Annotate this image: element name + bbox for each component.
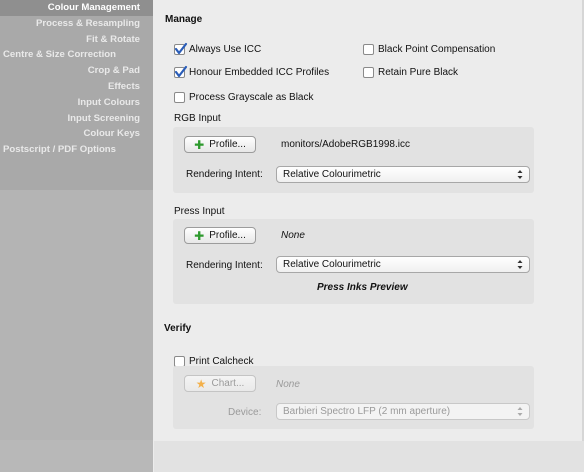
sidebar-item-centre-size-correction[interactable]: Centre & Size Correction (0, 47, 153, 63)
rgb-profile-button-label: Profile... (209, 139, 246, 150)
print-calcheck-label: Print Calcheck (189, 355, 254, 367)
rgb-profile-path: monitors/AdobeRGB1998.icc (281, 139, 410, 150)
rgb-input-title: RGB Input (174, 113, 221, 124)
sidebar-item-effects[interactable]: Effects (0, 79, 153, 95)
device-value: Barbieri Spectro LFP (2 mm aperture) (283, 406, 451, 417)
sidebar-item-colour-management[interactable]: Colour Management (0, 0, 153, 16)
checkbox-box[interactable] (363, 43, 374, 55)
sidebar-footer (0, 440, 153, 472)
press-input-title: Press Input (174, 206, 225, 217)
always-use-icc-checkbox[interactable]: Always Use ICC (174, 42, 261, 56)
rgb-rendering-intent-label: Rendering Intent: (186, 169, 263, 180)
chart-value: None (276, 379, 300, 390)
press-rendering-intent-select[interactable]: Relative Colourimetric (276, 256, 530, 273)
device-label: Device: (228, 407, 262, 418)
checkmark-icon (174, 65, 188, 77)
rgb-rendering-intent-value: Relative Colourimetric (283, 169, 381, 180)
manage-title: Manage (165, 14, 203, 25)
process-grayscale-black-checkbox[interactable]: Process Grayscale as Black (174, 90, 314, 104)
retain-pure-black-checkbox[interactable]: Retain Pure Black (363, 65, 458, 79)
checkbox-box[interactable] (174, 91, 185, 103)
sidebar-list: Colour Management Process & Resampling F… (0, 0, 153, 190)
sidebar-item-process-resampling[interactable]: Process & Resampling (0, 16, 153, 32)
device-select[interactable]: Barbieri Spectro LFP (2 mm aperture) (276, 403, 530, 420)
plus-icon: ✚ (194, 137, 205, 152)
chart-button[interactable]: ★ Chart... (184, 375, 256, 392)
black-point-compensation-checkbox[interactable]: Black Point Compensation (363, 42, 495, 56)
checkmark-icon (174, 42, 188, 54)
updown-arrows-icon (517, 260, 523, 269)
press-rendering-intent-label: Rendering Intent: (186, 260, 263, 271)
verify-title: Verify (164, 323, 192, 334)
checkbox-box[interactable] (174, 42, 188, 55)
main-panel: Manage Always Use ICC Black Point Compen… (154, 0, 584, 472)
press-profile-button[interactable]: ✚ Profile... (184, 227, 256, 244)
black-point-compensation-label: Black Point Compensation (378, 43, 496, 55)
sidebar: Colour Management Process & Resampling F… (0, 0, 153, 472)
sidebar-item-input-colours[interactable]: Input Colours (0, 95, 153, 111)
sidebar-item-fit-rotate[interactable]: Fit & Rotate (0, 32, 153, 48)
honour-embedded-icc-checkbox[interactable]: Honour Embedded ICC Profiles (174, 65, 329, 79)
updown-arrows-icon (517, 170, 523, 179)
press-inks-preview-label[interactable]: Press Inks Preview (317, 282, 408, 293)
process-grayscale-black-label: Process Grayscale as Black (189, 91, 314, 103)
main-footer (154, 441, 584, 472)
sidebar-item-colour-keys[interactable]: Colour Keys (0, 126, 153, 142)
checkbox-box[interactable] (174, 355, 185, 367)
star-icon: ★ (195, 376, 207, 391)
retain-pure-black-label: Retain Pure Black (378, 66, 459, 78)
press-profile-button-label: Profile... (209, 230, 246, 241)
press-rendering-intent-value: Relative Colourimetric (283, 259, 381, 270)
updown-arrows-icon (517, 407, 523, 416)
always-use-icc-label: Always Use ICC (189, 43, 262, 55)
rgb-profile-button[interactable]: ✚ Profile... (184, 136, 256, 153)
checkbox-box[interactable] (363, 66, 374, 78)
checkbox-box[interactable] (174, 65, 188, 78)
sidebar-item-crop-pad[interactable]: Crop & Pad (0, 63, 153, 79)
rgb-rendering-intent-select[interactable]: Relative Colourimetric (276, 166, 530, 183)
sidebar-item-input-screening[interactable]: Input Screening (0, 111, 153, 127)
chart-button-label: Chart... (211, 378, 245, 389)
plus-icon: ✚ (194, 228, 205, 243)
press-profile-value: None (281, 230, 305, 241)
sidebar-item-postscript-pdf-options[interactable]: Postscript / PDF Options (0, 142, 153, 158)
honour-embedded-icc-label: Honour Embedded ICC Profiles (189, 66, 330, 78)
